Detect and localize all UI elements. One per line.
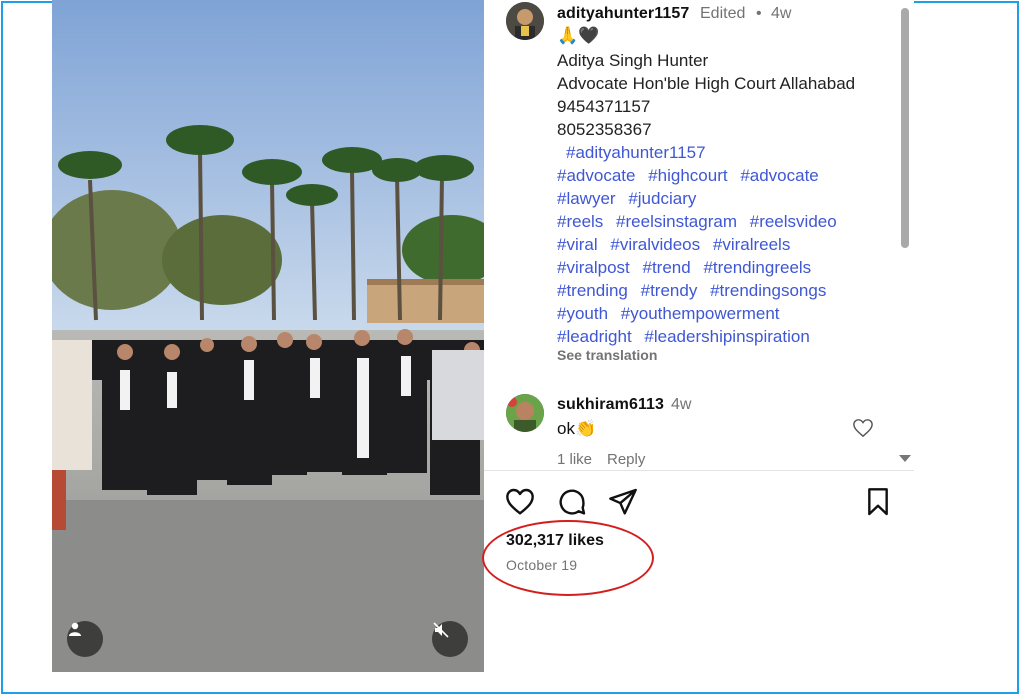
hashtag-link[interactable]: #viralvideos — [610, 235, 700, 254]
heart-icon[interactable] — [504, 486, 536, 518]
caption-phone-2: 8052358367 — [557, 120, 652, 139]
edited-label: Edited — [700, 5, 746, 22]
hashtag-link[interactable]: #youth — [557, 304, 608, 323]
hashtag-link[interactable]: #advocate — [557, 166, 635, 185]
hashtag-link[interactable]: #trendingsongs — [710, 281, 826, 300]
hashtag-link[interactable]: #judciary — [628, 189, 696, 208]
hashtag-link[interactable]: #highcourt — [648, 166, 727, 185]
scroll-down-arrow[interactable] — [899, 455, 911, 462]
hashtag-link[interactable]: #trendy — [641, 281, 698, 300]
hashtag-link[interactable]: #trendingreels — [703, 258, 811, 277]
hashtag-link[interactable]: #reels — [557, 212, 603, 231]
author-avatar[interactable] — [506, 2, 544, 40]
hashtag-link[interactable]: #viral — [557, 235, 598, 254]
hashtag-link[interactable]: #reelsinstagram — [616, 212, 737, 231]
actions-divider — [484, 470, 914, 471]
hashtag-link[interactable]: #viralpost — [557, 258, 630, 277]
commenter-avatar[interactable] — [506, 394, 544, 432]
send-icon[interactable] — [607, 486, 639, 518]
hashtag-row: #advocate #highcourt #advocate — [557, 166, 827, 186]
post-details-panel: adityahunter1157 Edited • 4w 🙏🖤 Aditya S… — [482, 0, 914, 672]
hashtag-link[interactable]: #trending — [557, 281, 628, 300]
mute-toggle-button[interactable] — [432, 621, 468, 657]
meta-separator: • — [756, 5, 762, 22]
hashtag-row: #lawyer #judciary — [557, 189, 704, 209]
hashtag-row: #youth #youthempowerment — [557, 304, 788, 324]
hashtag-row: #reels #reelsinstagram #reelsvideo — [557, 212, 845, 232]
commenter-username[interactable]: sukhiram6113 — [557, 396, 664, 414]
comment-text: ok👏 — [557, 419, 597, 438]
comment-like-count[interactable]: 1 like — [557, 451, 592, 468]
hashtag-row: #leadright #leadershipinspiration — [557, 327, 818, 347]
caption-name: Aditya Singh Hunter — [557, 51, 709, 70]
reply-button[interactable]: Reply — [607, 451, 645, 468]
tagged-users-button[interactable] — [67, 621, 103, 657]
caption-scrollbar[interactable] — [901, 8, 909, 248]
post-time[interactable]: 4w — [771, 5, 791, 23]
hashtag-row: #viral #viralvideos #viralreels — [557, 235, 798, 255]
hashtag-link[interactable]: #youthempowerment — [621, 304, 780, 323]
hashtag-link[interactable]: #lawyer — [557, 189, 616, 208]
hashtag-link[interactable]: #reelsvideo — [750, 212, 837, 231]
post-video[interactable] — [52, 0, 484, 672]
comment-like-icon[interactable] — [852, 418, 874, 443]
hashtag-row: #trending #trendy #trendingsongs — [557, 281, 834, 301]
author-username[interactable]: adityahunter1157 — [557, 5, 689, 23]
caption-title: Advocate Hon'ble High Court Allahabad — [557, 74, 856, 93]
hashtag-link[interactable]: #advocate — [740, 166, 818, 185]
hashtag-link[interactable]: #leadershipinspiration — [644, 327, 809, 346]
hashtag-row: #adityahunter1157 — [566, 143, 714, 163]
bookmark-icon[interactable] — [862, 486, 894, 518]
hashtag-link[interactable]: #viralreels — [713, 235, 790, 254]
hashtag-row: #viralpost #trend #trendingreels — [557, 258, 819, 278]
caption-phone-1: 9454371157 — [557, 97, 651, 116]
caption-emoji-line: 🙏🖤 — [557, 26, 600, 45]
see-translation-link[interactable]: See translation — [557, 347, 657, 363]
hashtag-link[interactable]: #trend — [643, 258, 691, 277]
hashtag-link[interactable]: #adityahunter1157 — [566, 143, 706, 162]
hashtag-link[interactable]: #leadright — [557, 327, 632, 346]
highlight-circle-annotation — [482, 520, 654, 596]
video-frame-illustration — [52, 0, 484, 672]
caption-scroll-area[interactable]: adityahunter1157 Edited • 4w 🙏🖤 Aditya S… — [484, 0, 900, 470]
comment-time: 4w — [671, 396, 692, 413]
comment-icon[interactable] — [556, 486, 588, 518]
